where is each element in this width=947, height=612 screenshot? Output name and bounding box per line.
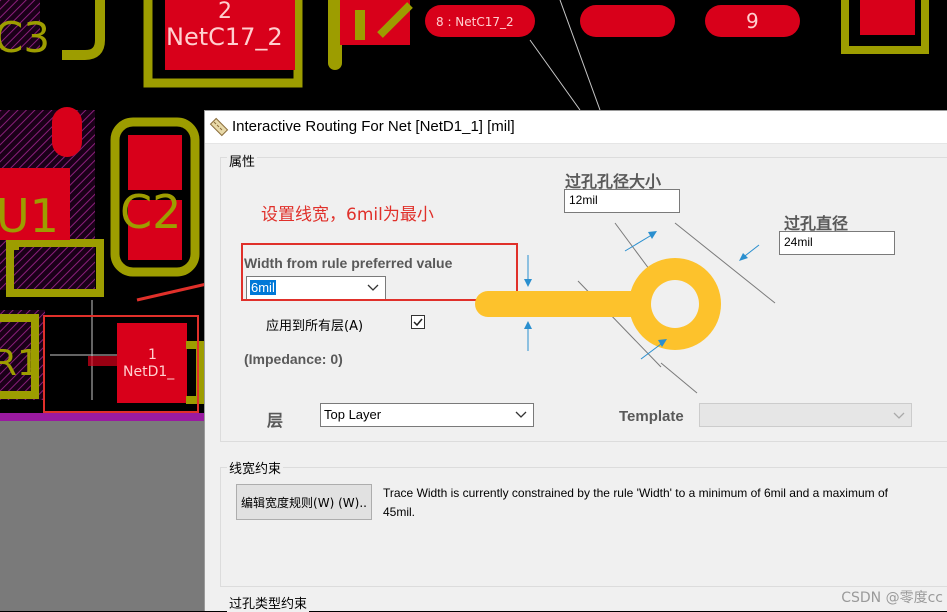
width-constraint-description: Trace Width is currently constrained by …	[383, 486, 888, 519]
layer-label: 层	[267, 411, 284, 430]
via-type-group-label: 过孔类型约束	[227, 593, 310, 612]
r1-label: R1	[0, 343, 40, 384]
chevron-down-icon	[515, 411, 527, 418]
c3-label: C3	[0, 13, 50, 62]
annotation-text: 设置线宽，6mil为最小	[261, 205, 434, 225]
layer-value: Top Layer	[324, 407, 382, 422]
pad-7	[580, 5, 675, 37]
trace-shape	[475, 291, 655, 317]
via-hole-size-input[interactable]: 12mil	[564, 189, 680, 213]
pad-right	[860, 0, 915, 35]
template-combo[interactable]	[699, 403, 912, 427]
check-icon	[413, 318, 423, 327]
pad8-label: 8 : NetC17_2	[436, 15, 514, 29]
trace-stub	[88, 356, 118, 366]
via-diameter-input[interactable]: 24mil	[779, 231, 895, 255]
component-u1: U1	[0, 107, 104, 297]
pad-netd1: 1 NetD1_	[117, 323, 187, 403]
apply-all-layers-checkbox[interactable]	[411, 315, 425, 329]
netd1-name: NetD1_	[123, 364, 175, 380]
pad-9: 9	[705, 5, 800, 37]
ruler-icon	[209, 117, 229, 137]
chevron-down-icon	[893, 412, 905, 419]
dialog-titlebar[interactable]: Interactive Routing For Net [NetD1_1] [m…	[205, 111, 947, 144]
netc17-label: NetC17_2	[166, 23, 283, 51]
width-constraint-group-label: 线宽约束	[227, 458, 284, 477]
via-hole-shape	[651, 280, 699, 328]
netd1-pin: 1	[148, 347, 157, 363]
pad2-number: 2	[218, 0, 232, 24]
u1-label: U1	[0, 189, 59, 243]
board-outside	[0, 421, 205, 611]
dialog-title: Interactive Routing For Net [NetD1_1] [m…	[232, 118, 515, 135]
via-trace-diagram	[475, 222, 776, 394]
pad-8: 8 : NetC17_2	[425, 5, 535, 37]
routing-dialog: Interactive Routing For Net [NetD1_1] [m…	[204, 110, 947, 612]
pad-top-center	[340, 0, 410, 45]
impedance-text: (Impedance: 0)	[244, 351, 343, 367]
c2-label: C2	[120, 185, 181, 239]
watermark: CSDN @零度cc	[841, 590, 943, 606]
silk-mark	[328, 0, 342, 70]
template-label: Template	[619, 408, 684, 425]
pad9-label: 9	[746, 9, 759, 33]
layer-combo[interactable]: Top Layer	[320, 403, 534, 427]
edit-width-rule-button[interactable]: 编辑宽度规则(W) (W)..	[236, 484, 372, 520]
component-r1: R1	[0, 310, 45, 400]
properties-group-label: 属性	[227, 151, 258, 170]
board-edge	[0, 413, 205, 421]
apply-all-layers-label: 应用到所有层(A)	[266, 319, 364, 334]
